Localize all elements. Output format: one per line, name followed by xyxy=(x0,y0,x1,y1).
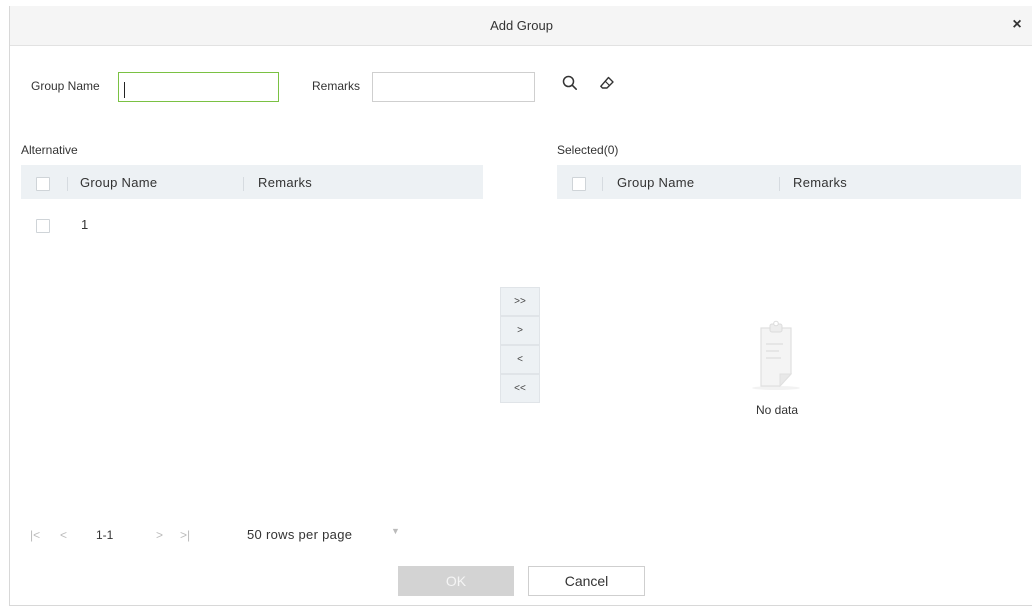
selected-column-group-name[interactable]: Group Name xyxy=(617,175,694,190)
alternative-title: Alternative xyxy=(21,143,78,157)
remarks-label: Remarks xyxy=(312,79,361,93)
cancel-button[interactable]: Cancel xyxy=(528,566,645,596)
selected-title: Selected(0) xyxy=(557,143,619,157)
page-range: 1-1 xyxy=(96,528,114,542)
alternative-column-group-name[interactable]: Group Name xyxy=(80,175,157,190)
column-separator xyxy=(602,177,603,191)
move-right-button[interactable]: > xyxy=(500,316,540,345)
move-all-right-button[interactable]: >> xyxy=(500,287,540,316)
first-page-button[interactable]: |< xyxy=(30,528,40,542)
rows-per-page-select[interactable]: 50 rows per page xyxy=(247,527,352,542)
alternative-select-all-checkbox[interactable] xyxy=(36,177,50,191)
column-separator xyxy=(243,177,244,191)
row-checkbox[interactable] xyxy=(36,219,50,233)
move-all-left-button[interactable]: << xyxy=(500,374,540,403)
column-separator xyxy=(779,177,780,191)
selected-column-remarks[interactable]: Remarks xyxy=(793,175,847,190)
dialog-titlebar: Add Group × xyxy=(10,6,1032,46)
remarks-input[interactable] xyxy=(372,72,535,102)
empty-state-text: No data xyxy=(755,403,799,417)
alternative-table-header: Group Name Remarks xyxy=(21,165,483,199)
eraser-icon[interactable] xyxy=(592,68,622,98)
close-icon[interactable]: × xyxy=(1007,15,1027,35)
chevron-down-icon[interactable]: ▼ xyxy=(391,526,400,536)
next-page-button[interactable]: > xyxy=(156,528,163,542)
group-name-input[interactable] xyxy=(118,72,279,102)
group-name-label: Group Name xyxy=(31,79,100,93)
selected-select-all-checkbox[interactable] xyxy=(572,177,586,191)
last-page-button[interactable]: >| xyxy=(180,528,190,542)
selected-table-header: Group Name Remarks xyxy=(557,165,1021,199)
move-left-button[interactable]: < xyxy=(500,345,540,374)
clipboard-icon xyxy=(752,318,800,392)
prev-page-button[interactable]: < xyxy=(60,528,67,542)
search-icon[interactable] xyxy=(555,68,585,98)
ok-button[interactable]: OK xyxy=(398,566,514,596)
text-caret xyxy=(124,82,125,98)
dialog-title: Add Group xyxy=(490,18,553,33)
row-group-name: 1 xyxy=(81,217,89,232)
alternative-column-remarks[interactable]: Remarks xyxy=(258,175,312,190)
column-separator xyxy=(67,177,68,191)
